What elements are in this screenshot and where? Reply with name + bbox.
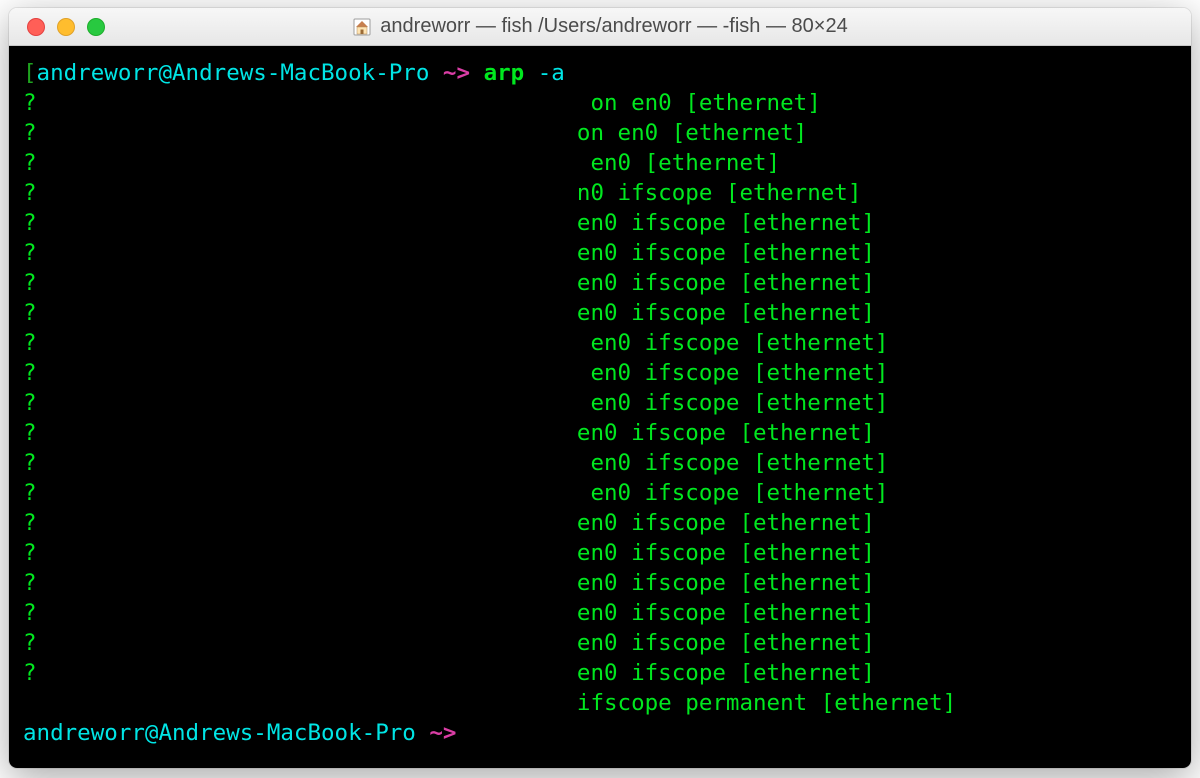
prompt-open-bracket: [ — [23, 60, 37, 86]
output-right: en0 ifscope [ethernet] — [577, 388, 1177, 418]
output-left: ? — [23, 508, 577, 538]
output-line: ?en0 ifscope [ethernet] — [23, 508, 1177, 538]
output-left: ? — [23, 538, 577, 568]
output-left: ? — [23, 118, 577, 148]
output-right: en0 ifscope [ethernet] — [577, 568, 1177, 598]
output-left: ? — [23, 88, 577, 118]
output-right: en0 ifscope [ethernet] — [577, 418, 1177, 448]
output-left: ? — [23, 358, 577, 388]
output-right: en0 ifscope [ethernet] — [577, 478, 1177, 508]
output-left: ? — [23, 268, 577, 298]
output-line: ?en0 ifscope [ethernet] — [23, 628, 1177, 658]
output-left: ? — [23, 208, 577, 238]
output-line: ? en0 ifscope [ethernet] — [23, 448, 1177, 478]
home-icon — [352, 17, 372, 37]
output-left: ? — [23, 568, 577, 598]
prompt-line-2: andreworr@Andrews-MacBook-Pro ~> — [23, 718, 1177, 748]
output-right: en0 ifscope [ethernet] — [577, 508, 1177, 538]
output-left: ? — [23, 418, 577, 448]
prompt-userhost-2: andreworr@Andrews-MacBook-Pro — [23, 720, 416, 746]
output-right: en0 ifscope [ethernet] — [577, 328, 1177, 358]
traffic-lights — [9, 18, 105, 36]
output-left: ? — [23, 598, 577, 628]
zoom-button[interactable] — [87, 18, 105, 36]
output-right: on en0 [ethernet] — [577, 88, 1177, 118]
output-line: ? en0 ifscope [ethernet] — [23, 358, 1177, 388]
output-right: en0 ifscope [ethernet] — [577, 538, 1177, 568]
window-title: andreworr — fish /Users/andreworr — -fis… — [380, 15, 847, 38]
command-output: ? on en0 [ethernet]?on en0 [ethernet]? e… — [23, 88, 1177, 718]
output-left: ? — [23, 388, 577, 418]
output-left: ? — [23, 238, 577, 268]
terminal-body[interactable]: [andreworr@Andrews-MacBook-Pro ~> arp -a… — [9, 46, 1191, 768]
output-line: ?en0 ifscope [ethernet] — [23, 418, 1177, 448]
output-line: ? en0 ifscope [ethernet] — [23, 328, 1177, 358]
output-right: en0 ifscope [ethernet] — [577, 658, 1177, 688]
command-flag: -a — [538, 60, 565, 86]
output-right: en0 ifscope [ethernet] — [577, 238, 1177, 268]
output-line: ?en0 ifscope [ethernet] — [23, 268, 1177, 298]
output-right: en0 ifscope [ethernet] — [577, 628, 1177, 658]
output-left: ? — [23, 658, 577, 688]
output-line: ?en0 ifscope [ethernet] — [23, 538, 1177, 568]
output-right: en0 ifscope [ethernet] — [577, 298, 1177, 328]
output-line: ?n0 ifscope [ethernet] — [23, 178, 1177, 208]
command-name: arp — [484, 60, 525, 86]
output-right: en0 ifscope [ethernet] — [577, 598, 1177, 628]
output-line: ?en0 ifscope [ethernet] — [23, 568, 1177, 598]
terminal-window: andreworr — fish /Users/andreworr — -fis… — [9, 8, 1191, 768]
prompt-tilde-arrow-2: ~> — [416, 720, 470, 746]
output-line: ifscope permanent [ethernet] — [23, 688, 1177, 718]
output-left: ? — [23, 178, 577, 208]
output-right: en0 ifscope [ethernet] — [577, 208, 1177, 238]
titlebar[interactable]: andreworr — fish /Users/andreworr — -fis… — [9, 8, 1191, 46]
close-button[interactable] — [27, 18, 45, 36]
output-line: ?en0 ifscope [ethernet] — [23, 298, 1177, 328]
output-left: ? — [23, 298, 577, 328]
output-line: ?en0 ifscope [ethernet] — [23, 598, 1177, 628]
output-line: ? en0 [ethernet] — [23, 148, 1177, 178]
command-space — [524, 60, 538, 86]
output-left: ? — [23, 478, 577, 508]
output-left: ? — [23, 628, 577, 658]
output-right: n0 ifscope [ethernet] — [577, 178, 1177, 208]
output-line: ?en0 ifscope [ethernet] — [23, 238, 1177, 268]
window-title-area: andreworr — fish /Users/andreworr — -fis… — [9, 15, 1191, 38]
output-right: en0 ifscope [ethernet] — [577, 268, 1177, 298]
output-line: ?en0 ifscope [ethernet] — [23, 658, 1177, 688]
prompt-userhost: andreworr@Andrews-MacBook-Pro — [37, 60, 430, 86]
output-line: ? en0 ifscope [ethernet] — [23, 388, 1177, 418]
output-left: ? — [23, 148, 577, 178]
output-left — [23, 688, 577, 718]
prompt-tilde-arrow: ~> — [429, 60, 483, 86]
prompt-line: [andreworr@Andrews-MacBook-Pro ~> arp -a — [23, 58, 1177, 88]
output-line: ? on en0 [ethernet] — [23, 88, 1177, 118]
minimize-button[interactable] — [57, 18, 75, 36]
output-line: ?on en0 [ethernet] — [23, 118, 1177, 148]
output-right: on en0 [ethernet] — [577, 118, 1177, 148]
output-line: ? en0 ifscope [ethernet] — [23, 478, 1177, 508]
output-left: ? — [23, 448, 577, 478]
output-line: ?en0 ifscope [ethernet] — [23, 208, 1177, 238]
output-right: ifscope permanent [ethernet] — [577, 688, 1177, 718]
output-left: ? — [23, 328, 577, 358]
output-right: en0 ifscope [ethernet] — [577, 358, 1177, 388]
output-right: en0 [ethernet] — [577, 148, 1177, 178]
output-right: en0 ifscope [ethernet] — [577, 448, 1177, 478]
